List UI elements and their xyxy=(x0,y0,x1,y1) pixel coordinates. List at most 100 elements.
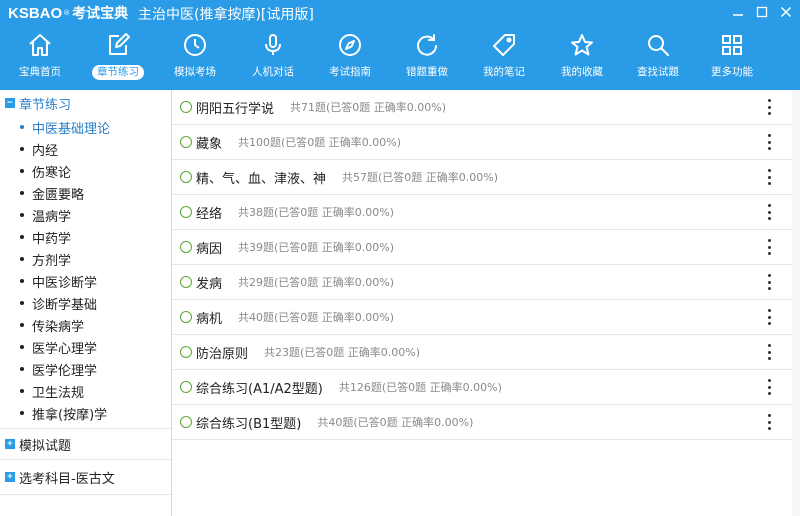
more-options-icon[interactable] xyxy=(766,379,772,395)
bullet-icon xyxy=(20,367,24,371)
edit-icon xyxy=(103,30,133,60)
subject-label: 传染病学 xyxy=(32,319,85,335)
toolbar-home[interactable]: 宝典首页 xyxy=(5,26,75,86)
chapter-row[interactable]: 综合练习(A1/A2型题) 共126题(已答0题 正确率0.00%) xyxy=(172,370,792,405)
maximize-button[interactable] xyxy=(752,3,772,21)
chapter-row[interactable]: 防治原则 共23题(已答0题 正确率0.00%) xyxy=(172,335,792,370)
app-header: KSBAO ® 考试宝典 主治中医(推拿按摩)[试用版] 宝典首页 章节练习 模… xyxy=(0,0,800,90)
bullet-icon xyxy=(20,389,24,393)
toolbar-more[interactable]: 更多功能 xyxy=(697,26,767,86)
subject-item[interactable]: 方剂学 xyxy=(0,248,171,270)
chapter-row[interactable]: 发病 共29题(已答0题 正确率0.00%) xyxy=(172,265,792,300)
toolbar-label: 我的收藏 xyxy=(561,66,603,78)
subject-item[interactable]: 中药学 xyxy=(0,226,171,248)
subject-item[interactable]: 医学伦理学 xyxy=(0,358,171,380)
subject-item[interactable]: 卫生法规 xyxy=(0,380,171,402)
logo-registered-mark: ® xyxy=(63,9,71,17)
toolbar-my-favorites[interactable]: 我的收藏 xyxy=(547,26,617,86)
window-controls xyxy=(724,3,796,21)
logo-chinese-text: 考试宝典 xyxy=(72,6,129,22)
toolbar-search-questions[interactable]: 查找试题 xyxy=(623,26,693,86)
chapter-row[interactable]: 精、气、血、津液、神 共57题(已答0题 正确率0.00%) xyxy=(172,160,792,195)
chapter-row[interactable]: 综合练习(B1型题) 共40题(已答0题 正确率0.00%) xyxy=(172,405,792,440)
toolbar-label: 更多功能 xyxy=(711,66,753,78)
toolbar-label: 模拟考场 xyxy=(174,66,216,78)
bullet-icon xyxy=(20,169,24,173)
subject-label: 中药学 xyxy=(32,231,72,247)
status-circle-icon xyxy=(180,276,192,288)
search-icon xyxy=(643,30,673,60)
subject-label: 金匮要略 xyxy=(32,187,85,203)
subject-item[interactable]: 医学心理学 xyxy=(0,336,171,358)
scrollbar[interactable] xyxy=(792,90,800,516)
subject-item[interactable]: 温病学 xyxy=(0,204,171,226)
bullet-icon xyxy=(20,411,24,415)
close-icon xyxy=(780,6,792,18)
chapter-row[interactable]: 经络 共38题(已答0题 正确率0.00%) xyxy=(172,195,792,230)
toolbar-redo-mistakes[interactable]: 错题重做 xyxy=(392,26,462,86)
subject-item[interactable]: 中医诊断学 xyxy=(0,270,171,292)
more-options-icon[interactable] xyxy=(766,99,772,115)
chapter-stats: 共39题(已答0题 正确率0.00%) xyxy=(238,241,395,254)
ksbao-logo: KSBAO ® 考试宝典 xyxy=(8,3,128,23)
chapter-stats: 共29题(已答0题 正确率0.00%) xyxy=(238,276,395,289)
chapter-stats: 共126题(已答0题 正确率0.00%) xyxy=(338,381,502,394)
subject-label: 温病学 xyxy=(32,209,72,225)
maximize-icon xyxy=(756,6,768,18)
star-icon xyxy=(567,30,597,60)
section-label: 选考科目-医古文 xyxy=(19,471,115,487)
section-mock-questions[interactable]: + 模拟试题 xyxy=(0,429,171,459)
toolbar-label: 我的笔记 xyxy=(483,66,525,78)
more-options-icon[interactable] xyxy=(766,239,772,255)
subject-item[interactable]: 中医基础理论 xyxy=(0,116,171,138)
chapter-row[interactable]: 阴阳五行学说 共71题(已答0题 正确率0.00%) xyxy=(172,90,792,125)
logo-text: KSBAO xyxy=(8,4,63,22)
expand-icon: + xyxy=(5,472,15,482)
chapter-title: 防治原则 xyxy=(196,346,249,362)
toolbar-my-notes[interactable]: 我的笔记 xyxy=(469,26,539,86)
chapter-title: 发病 xyxy=(196,276,223,292)
subject-list: 中医基础理论 内经 伤寒论 金匮要略 温病学 中药学 方剂学 中医诊断学 诊断学… xyxy=(0,116,171,424)
collapse-icon: − xyxy=(5,98,15,108)
chapter-title: 综合练习(B1型题) xyxy=(196,416,302,432)
chapter-row[interactable]: 病机 共40题(已答0题 正确率0.00%) xyxy=(172,300,792,335)
main-toolbar: 宝典首页 章节练习 模拟考场 人机对话 考试指南 错题重做 我的笔记 我的收藏 … xyxy=(0,26,800,86)
more-options-icon[interactable] xyxy=(766,274,772,290)
subject-item[interactable]: 伤寒论 xyxy=(0,160,171,182)
more-options-icon[interactable] xyxy=(766,169,772,185)
chapter-sidebar: − 章节练习 中医基础理论 内经 伤寒论 金匮要略 温病学 中药学 方剂学 中医… xyxy=(0,90,172,516)
chapter-row[interactable]: 病因 共39题(已答0题 正确率0.00%) xyxy=(172,230,792,265)
more-options-icon[interactable] xyxy=(766,134,772,150)
subject-item[interactable]: 金匮要略 xyxy=(0,182,171,204)
status-circle-icon xyxy=(180,241,192,253)
subject-item[interactable]: 推拿(按摩)学 xyxy=(0,402,171,424)
toolbar-mock-exam[interactable]: 模拟考场 xyxy=(160,26,230,86)
chapter-stats: 共57题(已答0题 正确率0.00%) xyxy=(342,171,499,184)
section-elective-subject[interactable]: + 选考科目-医古文 xyxy=(0,460,171,494)
more-options-icon[interactable] xyxy=(766,344,772,360)
bullet-icon xyxy=(20,345,24,349)
toolbar-dialogue[interactable]: 人机对话 xyxy=(238,26,308,86)
subject-label: 医学伦理学 xyxy=(32,363,98,379)
chapter-row[interactable]: 藏象 共100题(已答0题 正确率0.00%) xyxy=(172,125,792,160)
minimize-button[interactable] xyxy=(728,3,748,21)
title-bar: KSBAO ® 考试宝典 主治中医(推拿按摩)[试用版] xyxy=(0,0,800,26)
toolbar-chapter-practice[interactable]: 章节练习 xyxy=(83,26,153,86)
section-label: 模拟试题 xyxy=(19,438,72,454)
subject-item[interactable]: 诊断学基础 xyxy=(0,292,171,314)
subject-label: 方剂学 xyxy=(32,253,72,269)
subject-item[interactable]: 传染病学 xyxy=(0,314,171,336)
section-chapter-practice[interactable]: − 章节练习 xyxy=(0,90,171,116)
section-label: 章节练习 xyxy=(19,97,72,113)
status-circle-icon xyxy=(180,136,192,148)
toolbar-label: 考试指南 xyxy=(329,66,371,78)
subject-item[interactable]: 内经 xyxy=(0,138,171,160)
toolbar-exam-guide[interactable]: 考试指南 xyxy=(315,26,385,86)
bullet-icon xyxy=(20,125,24,129)
more-options-icon[interactable] xyxy=(766,204,772,220)
close-button[interactable] xyxy=(776,3,796,21)
more-options-icon[interactable] xyxy=(766,309,772,325)
status-circle-icon xyxy=(180,311,192,323)
more-options-icon[interactable] xyxy=(766,414,772,430)
subject-label: 诊断学基础 xyxy=(32,297,98,313)
